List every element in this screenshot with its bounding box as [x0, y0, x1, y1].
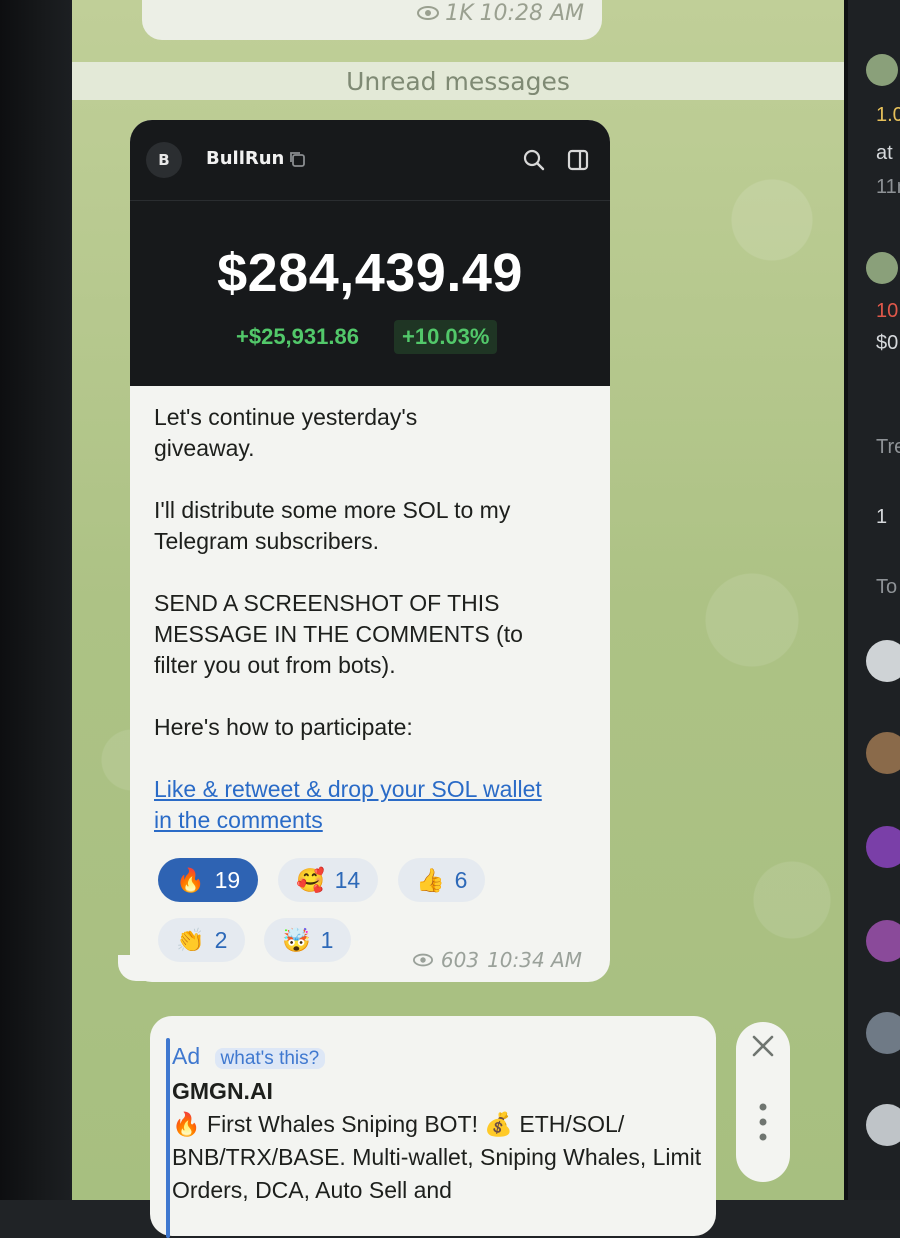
exploding-head-emoji-icon: 🤯 — [282, 926, 311, 953]
panel-snippet: 10. — [876, 300, 900, 322]
screen-bezel — [0, 0, 72, 1200]
reaction-fire[interactable]: 🔥 19 — [158, 858, 259, 902]
ad-actions — [736, 1022, 790, 1182]
panel-snippet: 1 — [876, 506, 888, 528]
balance-change-percent: +10.03% — [394, 320, 498, 354]
reaction-count: 2 — [214, 926, 228, 953]
message-text: Let's continue yesterday's giveaway. I'l… — [154, 402, 594, 836]
sponsored-ad[interactable]: Ad what's this? GMGN.AI 🔥 First Whales S… — [150, 1016, 716, 1238]
previous-message-bubble: 1K 10:28 AM — [142, 0, 602, 40]
panel-snippet: at — [876, 142, 893, 164]
message-paragraph: SEND A SCREENSHOT OF THIS MESSAGE IN THE… — [154, 590, 523, 678]
avatar[interactable] — [866, 640, 900, 682]
card-header: B BullRun — [130, 120, 610, 201]
reaction-love[interactable]: 🥰 14 — [278, 858, 379, 902]
eye-icon — [412, 948, 433, 972]
avatar[interactable] — [866, 252, 898, 284]
panel-snippet: $0 — [876, 332, 899, 354]
reaction-mind-blown[interactable]: 🤯 1 — [264, 918, 352, 962]
message-meta: 603 10:34 AM — [412, 948, 582, 972]
smiling-hearts-emoji-icon: 🥰 — [296, 866, 325, 893]
avatar[interactable] — [866, 54, 898, 86]
reaction-count: 19 — [214, 866, 241, 893]
copy-icon — [288, 150, 306, 172]
panel-snippet: 1.0 — [876, 104, 900, 126]
more-options-icon[interactable] — [758, 1102, 768, 1146]
reaction-clap[interactable]: 👏 2 — [158, 918, 246, 962]
avatar[interactable] — [866, 732, 900, 774]
ad-label: Ad — [172, 1043, 201, 1069]
ad-body: 🔥 First Whales Sniping BOT! 💰 ETH/SOL/ B… — [172, 1111, 702, 1203]
ad-title: GMGN.AI — [172, 1078, 273, 1104]
brand-avatar: B — [146, 142, 182, 178]
ad-accent-bar — [166, 1038, 170, 1238]
participate-link[interactable]: Like & retweet & drop your SOL wallet in… — [154, 776, 542, 833]
brand-name: BullRun — [206, 148, 285, 169]
clapping-hands-emoji-icon: 👏 — [176, 926, 205, 953]
message-time: 10:34 AM — [487, 948, 582, 972]
thumbs-up-emoji-icon: 👍 — [416, 866, 445, 893]
message-paragraph: I'll distribute some more SOL to my Tele… — [154, 497, 511, 554]
reaction-count: 14 — [334, 866, 361, 893]
fire-emoji-icon: 🔥 — [176, 866, 205, 893]
wallet-balance: $284,439.49 — [217, 243, 523, 303]
search-icon — [522, 148, 546, 176]
whats-this-button[interactable]: what's this? — [214, 1048, 326, 1069]
wallet-screenshot-card: B BullRun $284,439.49 +$25,931.86 +10.03… — [130, 120, 610, 386]
message-paragraph: Let's continue yesterday's giveaway. — [154, 404, 418, 461]
reaction-count: 1 — [320, 926, 334, 953]
previous-message-time: 10:28 AM — [479, 1, 584, 26]
avatar[interactable] — [866, 920, 900, 962]
avatar[interactable] — [866, 1104, 900, 1146]
panel-snippet: To — [876, 576, 898, 598]
panel-snippet: 11m — [876, 176, 900, 198]
previous-message-meta: 1K 10:28 AM — [417, 1, 584, 26]
ad-content: Ad what's this? GMGN.AI 🔥 First Whales S… — [172, 1040, 702, 1207]
eye-icon — [417, 1, 440, 26]
post-message-bubble[interactable]: B BullRun $284,439.49 +$25,931.86 +10.03… — [130, 120, 610, 982]
message-views: 603 — [440, 948, 480, 972]
balance-change-amount: +$25,931.86 — [236, 324, 359, 349]
reaction-count: 6 — [454, 866, 468, 893]
right-side-panel: 1.0 at 11m 10. $0 Tre 1 To — [844, 0, 900, 1200]
close-icon[interactable] — [749, 1032, 777, 1064]
message-paragraph: Here's how to participate: — [154, 714, 413, 740]
avatar[interactable] — [866, 826, 900, 868]
unread-separator: Unread messages — [72, 62, 844, 100]
panel-snippet: Tre — [876, 436, 900, 458]
avatar[interactable] — [866, 1012, 900, 1054]
previous-message-views: 1K — [445, 1, 474, 26]
sidebar-panel-icon — [566, 148, 590, 176]
reaction-thumbs-up[interactable]: 👍 6 — [398, 858, 486, 902]
